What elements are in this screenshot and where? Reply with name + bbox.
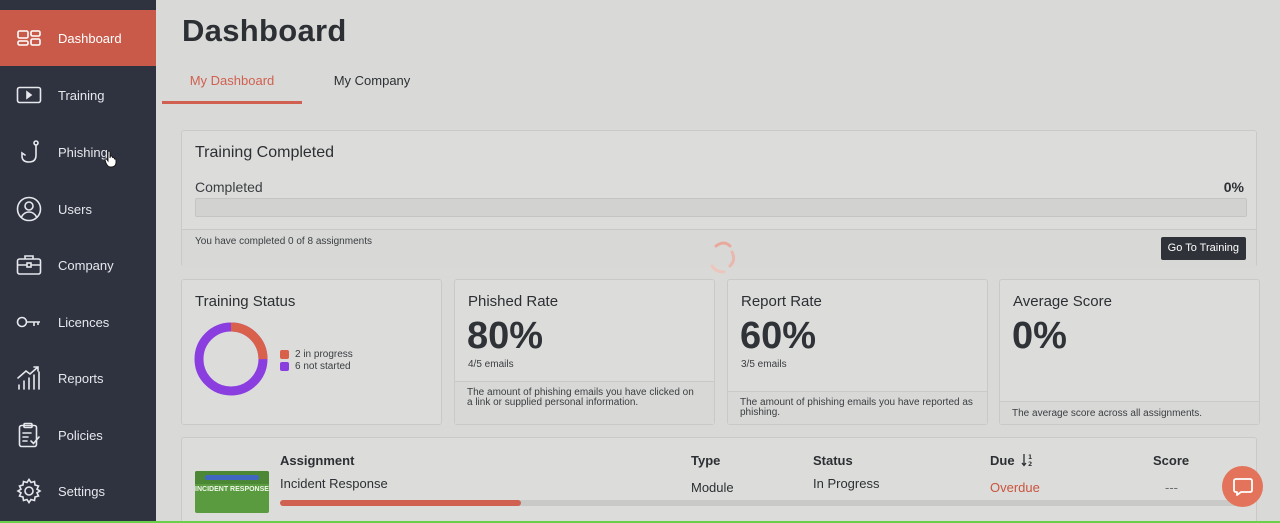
card-footer: The amount of phishing emails you have c…: [455, 381, 714, 424]
gear-icon: [16, 478, 42, 504]
tab-my-company[interactable]: My Company: [302, 62, 442, 104]
card-title: Training Status: [195, 293, 296, 310]
card-footer: The average score across all assignments…: [1000, 401, 1259, 424]
card-title: Phished Rate: [468, 293, 559, 310]
card-title: Average Score: [1013, 293, 1112, 310]
tab-my-dashboard[interactable]: My Dashboard: [162, 62, 302, 104]
average-score-desc: The average score across all assignments…: [1012, 408, 1203, 419]
col-header-type[interactable]: Type: [691, 453, 720, 468]
sidebar-item-settings[interactable]: Settings: [0, 463, 156, 519]
dashboard-icon: [16, 25, 42, 51]
training-status-donut: [194, 322, 268, 396]
assignment-type: Module: [691, 480, 734, 495]
chart-up-icon: [16, 365, 42, 391]
go-to-training-button[interactable]: Go To Training: [1160, 237, 1246, 260]
assignment-thumbnail[interactable]: INCIDENT RESPONSE: [195, 471, 269, 513]
assignment-progress-bar: [280, 500, 1245, 506]
assignment-due: Overdue: [990, 480, 1040, 495]
loading-spinner-icon: [710, 241, 736, 274]
phished-rate-sub: 4/5 emails: [468, 359, 514, 370]
svg-text:1: 1: [1028, 454, 1032, 461]
average-score-card: Average Score 0% The average score acros…: [999, 279, 1260, 425]
sidebar-item-policies[interactable]: Policies: [0, 407, 156, 463]
tab-bar: My Dashboard My Company: [162, 62, 1262, 104]
sidebar-item-phishing[interactable]: Phishing: [0, 124, 156, 180]
sidebar-item-company[interactable]: Company: [0, 237, 156, 293]
assignment-name[interactable]: Incident Response: [280, 476, 388, 491]
sidebar-item-licences[interactable]: Licences: [0, 294, 156, 350]
legend-item-not-started: 6 not started: [280, 360, 353, 372]
card-title: Training Completed: [195, 144, 335, 161]
sidebar-item-label: Settings: [58, 483, 105, 499]
video-icon: [16, 82, 42, 108]
sidebar-item-label: Training: [58, 87, 105, 103]
completed-percent: 0%: [1223, 179, 1244, 195]
briefcase-icon: [16, 252, 42, 278]
sidebar-item-label: Phishing: [58, 144, 108, 160]
report-rate-desc: The amount of phishing emails you have r…: [740, 397, 973, 418]
completed-label: Completed: [195, 179, 263, 195]
sort-icon[interactable]: 1 2: [1021, 453, 1035, 468]
chat-bubble-icon: [1232, 477, 1253, 496]
thumbnail-text: INCIDENT RESPONSE: [195, 486, 269, 493]
col-header-status[interactable]: Status: [813, 453, 853, 468]
assignment-score: ---: [1165, 480, 1178, 495]
phished-rate-desc: The amount of phishing emails you have c…: [467, 387, 694, 408]
col-header-assignment[interactable]: Assignment: [280, 453, 354, 468]
report-rate-value: 60%: [740, 315, 817, 357]
card-title: Report Rate: [741, 293, 822, 310]
clipboard-check-icon: [16, 422, 42, 448]
sidebar-item-training[interactable]: Training: [0, 67, 156, 123]
hand-cursor-icon: [104, 150, 117, 168]
sidebar-item-reports[interactable]: Reports: [0, 350, 156, 406]
sidebar-item-dashboard[interactable]: Dashboard: [0, 10, 156, 66]
assignment-status: In Progress: [813, 476, 880, 491]
col-header-due-label: Due: [990, 453, 1015, 468]
legend-item-in-progress: 2 in progress: [280, 348, 353, 360]
user-circle-icon: [16, 196, 42, 222]
report-rate-card: Report Rate 60% 3/5 emails The amount of…: [727, 279, 988, 425]
assignments-table: Assignment Type Status Due 1 2 Score INC…: [181, 437, 1257, 523]
assignment-progress-fill: [280, 500, 522, 506]
help-chat-button[interactable]: [1222, 466, 1263, 507]
completion-progress-bar: [195, 198, 1247, 217]
donut-legend: 2 in progress 6 not started: [280, 348, 353, 372]
page-title: Dashboard: [182, 13, 347, 48]
sidebar-item-label: Users: [58, 201, 92, 217]
sidebar-item-label: Licences: [58, 314, 110, 330]
key-icon: [16, 309, 42, 335]
sidebar-item-label: Reports: [58, 370, 104, 386]
completion-note: You have completed 0 of 8 assignments: [195, 236, 372, 247]
col-header-score[interactable]: Score: [1153, 453, 1189, 468]
phished-rate-value: 80%: [467, 315, 544, 357]
phished-rate-card: Phished Rate 80% 4/5 emails The amount o…: [454, 279, 715, 425]
report-rate-sub: 3/5 emails: [741, 359, 787, 370]
card-footer: The amount of phishing emails you have r…: [728, 391, 987, 424]
average-score-value: 0%: [1012, 315, 1067, 357]
sidebar-item-label: Dashboard: [58, 30, 122, 46]
svg-text:2: 2: [1028, 461, 1032, 467]
col-header-due[interactable]: Due 1 2: [990, 453, 1035, 468]
sidebar-item-label: Policies: [58, 427, 103, 443]
fishhook-icon: [16, 139, 42, 165]
sidebar-item-users[interactable]: Users: [0, 181, 156, 237]
training-status-card: Training Status 2 in progress 6 not star…: [181, 279, 442, 425]
sidebar: Dashboard Training Phishing Users Compan…: [0, 0, 156, 523]
main-content: Dashboard My Dashboard My Company Traini…: [156, 0, 1280, 523]
sidebar-item-label: Company: [58, 257, 114, 273]
